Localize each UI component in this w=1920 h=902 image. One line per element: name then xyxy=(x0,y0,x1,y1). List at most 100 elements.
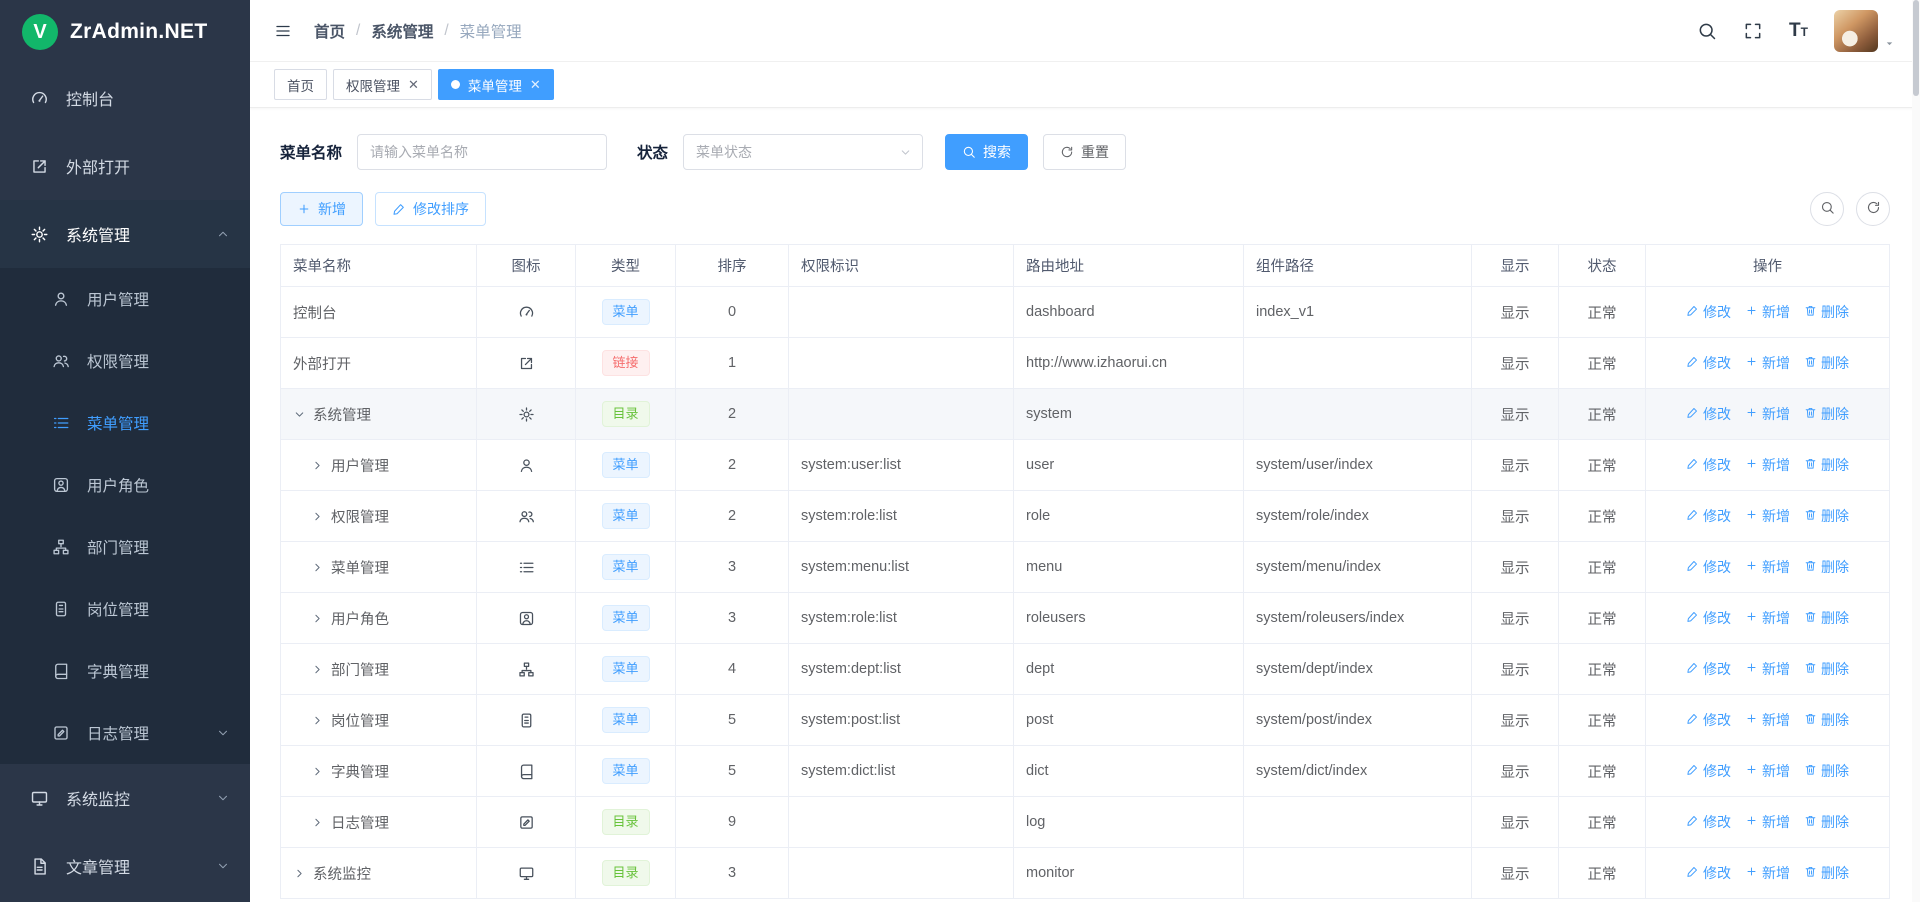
sidebar-subitem-dict-book[interactable]: 字典管理 xyxy=(0,640,250,702)
edit-link[interactable]: 修改 xyxy=(1686,761,1731,781)
cell-ops: 修改新增删除 xyxy=(1646,491,1890,542)
fullscreen-icon[interactable] xyxy=(1743,21,1763,41)
add-link[interactable]: 新增 xyxy=(1745,710,1790,730)
tab-close-icon[interactable]: ✕ xyxy=(408,78,419,91)
sidebar-subitem-log-edit[interactable]: 日志管理 xyxy=(0,702,250,764)
delete-link[interactable]: 删除 xyxy=(1804,404,1849,424)
menu-toggle-icon[interactable] xyxy=(274,22,292,40)
post-badge-icon xyxy=(50,600,72,618)
cell-status: 正常 xyxy=(1559,440,1646,491)
add-link[interactable]: 新增 xyxy=(1745,812,1790,832)
delete-link[interactable]: 删除 xyxy=(1804,455,1849,475)
delete-link[interactable]: 删除 xyxy=(1804,557,1849,577)
delete-link[interactable]: 删除 xyxy=(1804,302,1849,322)
header-search-icon[interactable] xyxy=(1697,21,1717,41)
delete-link[interactable]: 删除 xyxy=(1804,710,1849,730)
tab-0[interactable]: 首页 xyxy=(274,69,327,100)
add-link[interactable]: 新增 xyxy=(1745,506,1790,526)
menu-name-input[interactable] xyxy=(357,134,607,170)
sidebar-subitem-post-badge[interactable]: 岗位管理 xyxy=(0,578,250,640)
add-link[interactable]: 新增 xyxy=(1745,557,1790,577)
edit-link[interactable]: 修改 xyxy=(1686,506,1731,526)
add-link[interactable]: 新增 xyxy=(1745,455,1790,475)
cell-visible: 显示 xyxy=(1472,797,1559,848)
search-button[interactable]: 搜索 xyxy=(945,134,1028,170)
delete-link[interactable]: 删除 xyxy=(1804,863,1849,883)
reset-button[interactable]: 重置 xyxy=(1043,134,1126,170)
tab-close-icon[interactable]: ✕ xyxy=(530,78,541,91)
sidebar-item-dashboard[interactable]: 控制台 xyxy=(0,64,250,132)
tree-toggle-icon[interactable] xyxy=(311,816,324,829)
cell-component: system/dept/index xyxy=(1244,644,1472,695)
plus-icon xyxy=(1745,559,1758,575)
edit-pen-icon xyxy=(1686,508,1699,524)
add-link[interactable]: 新增 xyxy=(1745,608,1790,628)
status-select[interactable]: 菜单状态 xyxy=(683,134,923,170)
edit-link[interactable]: 修改 xyxy=(1686,608,1731,628)
breadcrumb-item[interactable]: 系统管理 xyxy=(371,20,433,42)
tree-toggle-icon[interactable] xyxy=(293,408,306,421)
sort-edit-button[interactable]: 修改排序 xyxy=(375,192,486,226)
add-link[interactable]: 新增 xyxy=(1745,302,1790,322)
add-button[interactable]: 新增 xyxy=(280,192,363,226)
edit-link[interactable]: 修改 xyxy=(1686,710,1731,730)
edit-link[interactable]: 修改 xyxy=(1686,659,1731,679)
scrollbar-thumb[interactable] xyxy=(1913,0,1919,96)
tab-2[interactable]: 菜单管理✕ xyxy=(438,69,554,100)
edit-pen-icon xyxy=(1686,559,1699,575)
edit-link[interactable]: 修改 xyxy=(1686,353,1731,373)
trash-icon xyxy=(1804,406,1817,422)
tree-toggle-icon[interactable] xyxy=(311,765,324,778)
avatar[interactable] xyxy=(1834,10,1878,52)
sidebar-item-monitor[interactable]: 系统监控 xyxy=(0,764,250,832)
column-header-perm: 权限标识 xyxy=(789,245,1014,287)
avatar-caret-icon[interactable] xyxy=(1883,37,1896,50)
add-link[interactable]: 新增 xyxy=(1745,761,1790,781)
edit-link[interactable]: 修改 xyxy=(1686,812,1731,832)
tree-toggle-icon[interactable] xyxy=(311,663,324,676)
users-icon xyxy=(50,352,72,370)
sidebar-subitem-menu-list[interactable]: 菜单管理 xyxy=(0,392,250,454)
edit-link[interactable]: 修改 xyxy=(1686,863,1731,883)
delete-link[interactable]: 删除 xyxy=(1804,353,1849,373)
tree-toggle-icon[interactable] xyxy=(311,714,324,727)
edit-link[interactable]: 修改 xyxy=(1686,404,1731,424)
delete-link[interactable]: 删除 xyxy=(1804,506,1849,526)
edit-link[interactable]: 修改 xyxy=(1686,302,1731,322)
delete-link[interactable]: 删除 xyxy=(1804,761,1849,781)
sidebar-subitem-user[interactable]: 用户管理 xyxy=(0,268,250,330)
sidebar-subitem-org-tree[interactable]: 部门管理 xyxy=(0,516,250,578)
sidebar-item-external-link[interactable]: 外部打开 xyxy=(0,132,250,200)
sidebar-item-article[interactable]: 文章管理 xyxy=(0,832,250,900)
sidebar-menu: 控制台外部打开系统管理用户管理权限管理菜单管理用户角色部门管理岗位管理字典管理日… xyxy=(0,64,250,900)
edit-link[interactable]: 修改 xyxy=(1686,455,1731,475)
tree-toggle-icon[interactable] xyxy=(311,561,324,574)
sidebar-subitem-user-role[interactable]: 用户角色 xyxy=(0,454,250,516)
delete-link[interactable]: 删除 xyxy=(1804,659,1849,679)
plus-icon xyxy=(1745,355,1758,371)
tab-1[interactable]: 权限管理✕ xyxy=(333,69,432,100)
tree-toggle-icon[interactable] xyxy=(293,867,306,880)
edit-link[interactable]: 修改 xyxy=(1686,557,1731,577)
sidebar-item-gear[interactable]: 系统管理 xyxy=(0,200,250,268)
cell-visible: 显示 xyxy=(1472,440,1559,491)
font-size-icon[interactable]: TT xyxy=(1789,21,1808,40)
sidebar-subitem-users[interactable]: 权限管理 xyxy=(0,330,250,392)
cell-route: log xyxy=(1014,797,1244,848)
tree-toggle-icon[interactable] xyxy=(311,510,324,523)
chevron-up-icon xyxy=(216,227,230,241)
table-search-button[interactable] xyxy=(1810,192,1844,226)
breadcrumb-item[interactable]: 首页 xyxy=(314,20,345,42)
delete-link[interactable]: 删除 xyxy=(1804,608,1849,628)
add-link[interactable]: 新增 xyxy=(1745,659,1790,679)
add-link[interactable]: 新增 xyxy=(1745,404,1790,424)
table-refresh-button[interactable] xyxy=(1856,192,1890,226)
dict-book-icon xyxy=(518,763,535,780)
page-scrollbar[interactable] xyxy=(1912,0,1920,902)
add-link[interactable]: 新增 xyxy=(1745,863,1790,883)
delete-link[interactable]: 删除 xyxy=(1804,812,1849,832)
tree-toggle-icon[interactable] xyxy=(311,612,324,625)
tree-toggle-icon[interactable] xyxy=(311,459,324,472)
add-link[interactable]: 新增 xyxy=(1745,353,1790,373)
table-row: 岗位管理菜单5system:post:listpostsystem/post/i… xyxy=(281,695,1890,746)
